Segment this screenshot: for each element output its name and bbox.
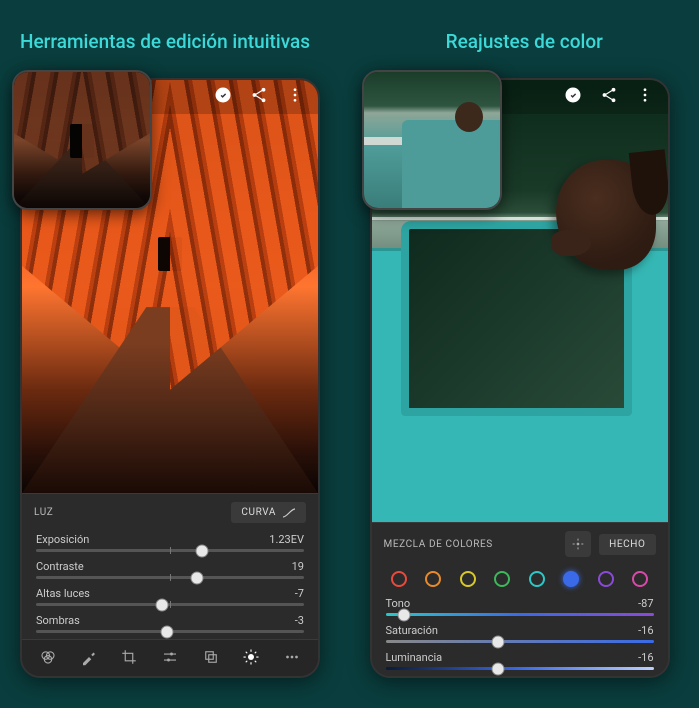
accept-icon[interactable] xyxy=(564,86,582,108)
color-swatch-orange[interactable] xyxy=(425,571,441,587)
color-swatch-row xyxy=(372,565,668,595)
slider-highlights[interactable]: Altas luces-7 xyxy=(22,585,318,606)
adjust-icon[interactable] xyxy=(161,648,179,670)
slider-contrast[interactable]: Contraste19 xyxy=(22,558,318,579)
thumbnail-before-left xyxy=(12,70,152,210)
slider-shadows[interactable]: Sombras-3 xyxy=(22,612,318,633)
bottom-toolbar xyxy=(22,639,318,676)
slider-exposure[interactable]: Exposición1.23EV xyxy=(22,531,318,552)
accept-icon[interactable] xyxy=(214,86,232,108)
phone-wrap-right: MEZCLA DE COLORES HECHO xyxy=(370,78,680,678)
slider-luminance[interactable]: Luminancia-16 xyxy=(372,649,668,670)
phone-wrap-left: LUZ CURVA Exposición1.23EV Contraste19 xyxy=(20,78,330,678)
color-swatch-magenta[interactable] xyxy=(632,571,648,587)
headline-right: Reajustes de color xyxy=(370,30,680,53)
done-button[interactable]: HECHO xyxy=(599,534,655,555)
crop-icon[interactable] xyxy=(120,648,138,670)
color-swatch-yellow[interactable] xyxy=(460,571,476,587)
color-swatch-blue[interactable] xyxy=(563,571,579,587)
panel-title: LUZ xyxy=(34,507,53,518)
thumbnail-before-right xyxy=(362,70,502,210)
edit-panel-colormix: MEZCLA DE COLORES HECHO xyxy=(372,522,668,676)
headline-left: Herramientas de edición intuitivas xyxy=(20,30,330,53)
more-icon[interactable] xyxy=(286,86,304,108)
share-icon[interactable] xyxy=(600,86,618,108)
light-icon[interactable] xyxy=(242,648,260,670)
color-swatch-aqua[interactable] xyxy=(529,571,545,587)
panel-title: MEZCLA DE COLORES xyxy=(384,539,493,550)
feature-col-right: Reajustes de color xyxy=(370,30,680,678)
edit-panel-light: LUZ CURVA Exposición1.23EV Contraste19 xyxy=(22,493,318,676)
filters-icon[interactable] xyxy=(39,648,57,670)
slider-saturation[interactable]: Saturación-16 xyxy=(372,622,668,643)
feature-col-left: Herramientas de edición intuitivas xyxy=(20,30,330,678)
slider-hue[interactable]: Tono-87 xyxy=(372,595,668,616)
eyedropper-icon[interactable] xyxy=(80,648,98,670)
target-adjust-button[interactable] xyxy=(565,531,591,557)
share-icon[interactable] xyxy=(250,86,268,108)
color-swatch-red[interactable] xyxy=(391,571,407,587)
color-swatch-green[interactable] xyxy=(494,571,510,587)
layers-icon[interactable] xyxy=(202,648,220,670)
more-icon[interactable] xyxy=(636,86,654,108)
more-tools-icon[interactable] xyxy=(283,648,301,670)
curve-button[interactable]: CURVA xyxy=(231,502,306,523)
color-swatch-purple[interactable] xyxy=(598,571,614,587)
